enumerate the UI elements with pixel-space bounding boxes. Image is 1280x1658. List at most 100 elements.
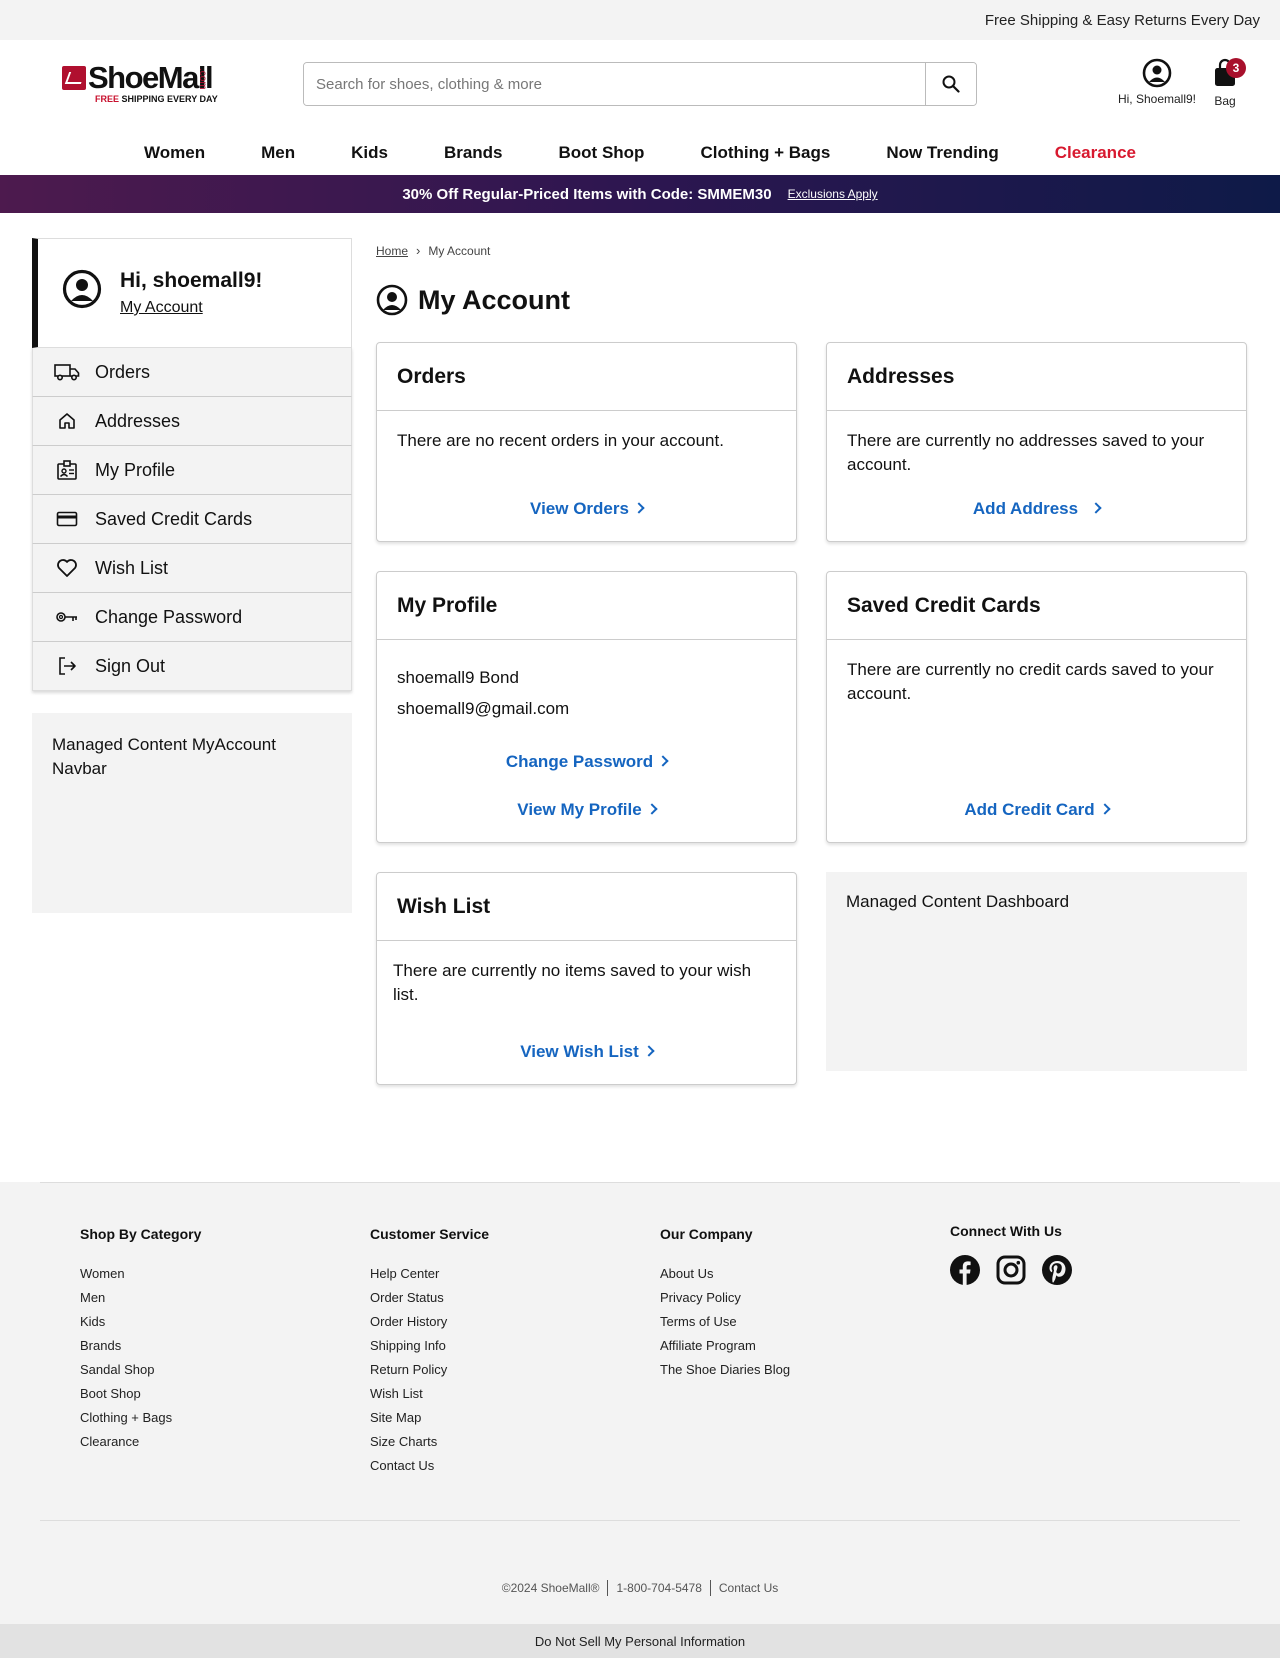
managed-content-dashboard: Managed Content Dashboard [826,872,1247,1071]
footer-link-affiliate-program[interactable]: Affiliate Program [660,1334,790,1358]
sidebar-item-sign-out[interactable]: Sign Out [32,641,352,691]
sidebar-item-label: Addresses [95,410,181,431]
footer-divider [40,1520,1240,1521]
add-credit-card-link[interactable]: Add Credit Card [827,800,1246,820]
footer-link-kids[interactable]: Kids [80,1310,201,1334]
footer-link-sandal-shop[interactable]: Sandal Shop [80,1358,201,1382]
sidebar-item-orders[interactable]: Orders [32,347,352,397]
wishlist-card-body: There are currently no items saved to yo… [393,961,752,1004]
page-title-text: My Account [418,284,571,315]
view-orders-link[interactable]: View Orders [377,499,796,519]
nav-now-trending[interactable]: Now Trending [858,143,1026,163]
footer-link-privacy-policy[interactable]: Privacy Policy [660,1286,790,1310]
logo-tagline: FREE SHIPPING EVERY DAY [95,94,218,104]
nav-boot-shop[interactable]: Boot Shop [531,143,673,163]
footer-link-about-us[interactable]: About Us [660,1262,790,1286]
credit-cards-card-body: There are currently no credit cards save… [847,660,1214,703]
logo-com: .com [197,68,208,90]
search-input[interactable] [304,63,925,105]
footer-column-title: Shop By Category [80,1226,202,1242]
footer-link-order-status[interactable]: Order Status [370,1286,489,1310]
footer-our-company: Our Company About Us Privacy Policy Term… [660,1226,790,1382]
sidebar-item-addresses[interactable]: Addresses [32,396,352,446]
nav-kids[interactable]: Kids [323,143,416,163]
footer-link-clearance[interactable]: Clearance [80,1430,201,1454]
account-sidebar: Hi, shoemall9! My Account Orders Address… [32,238,352,913]
footer-link-contact-us[interactable]: Contact Us [370,1454,489,1478]
change-password-link[interactable]: Change Password [377,752,796,772]
nav-clothing-bags[interactable]: Clothing + Bags [672,143,858,163]
footer-link-terms-of-use[interactable]: Terms of Use [660,1310,790,1334]
phone-link[interactable]: 1-800-704-5478 [616,1581,701,1595]
social-links [950,1255,1072,1285]
footer-link-size-charts[interactable]: Size Charts [370,1430,489,1454]
sidebar-item-wish-list[interactable]: Wish List [32,543,352,593]
footer-link-brands[interactable]: Brands [80,1334,201,1358]
search-button[interactable] [925,63,976,105]
sidebar-item-saved-credit-cards[interactable]: Saved Credit Cards [32,494,352,544]
sidebar-item-label: Sign Out [95,655,166,676]
exclusions-link[interactable]: Exclusions Apply [788,187,878,201]
breadcrumb: Home › My Account [376,243,490,258]
sidebar-item-change-password[interactable]: Change Password [32,592,352,642]
divider [607,1580,609,1596]
footer-link-women[interactable]: Women [80,1262,201,1286]
footer-link-boot-shop[interactable]: Boot Shop [80,1382,201,1406]
sidebar-greeting: Hi, shoemall9! [120,269,263,292]
footer-link-return-policy[interactable]: Return Policy [370,1358,489,1382]
footer-link-shipping-info[interactable]: Shipping Info [370,1334,489,1358]
main-nav: Women Men Kids Brands Boot Shop Clothing… [0,130,1280,175]
footer-link-help-center[interactable]: Help Center [370,1262,489,1286]
footer-shop-by-category: Shop By Category Women Men Kids Brands S… [80,1226,201,1454]
nav-men[interactable]: Men [233,143,323,163]
view-my-profile-link[interactable]: View My Profile [377,800,796,820]
pinterest-link[interactable] [1042,1255,1072,1285]
sidebar-item-label: Orders [95,361,151,382]
breadcrumb-home[interactable]: Home [376,244,408,258]
instagram-link[interactable] [996,1255,1026,1285]
footer-link-wish-list[interactable]: Wish List [370,1382,489,1406]
addresses-card-title: Addresses [827,343,1246,411]
user-circle-icon [376,284,408,316]
nav-women[interactable]: Women [116,143,233,163]
footer-connect: Connect With Us [950,1223,1072,1285]
sidebar-menu: Orders Addresses My Profile Saved Credit… [32,347,352,691]
chevron-right-icon [657,755,669,767]
id-badge-icon [57,460,77,480]
copyright-text: ©2024 ShoeMall® [501,1581,600,1595]
footer-link-site-map[interactable]: Site Map [370,1406,489,1430]
chevron-right-icon [1099,803,1111,815]
footer-contact-link[interactable]: Contact Us [719,1581,778,1595]
footer-column-title: Customer Service [370,1226,490,1242]
facebook-icon [950,1255,980,1285]
footer-link-order-history[interactable]: Order History [370,1310,489,1334]
search-bar [303,62,977,106]
shoemall-logo[interactable]: ShoeMall .com FREE SHIPPING EVERY DAY [62,60,222,106]
profile-card-body: shoemall9 Bond shoemall9@gmail.com [377,640,796,742]
search-icon [942,75,960,93]
account-label: Hi, Shoemall9! [1117,92,1197,106]
profile-email: shoemall9@gmail.com [397,699,570,718]
promo-banner: 30% Off Regular-Priced Items with Code: … [0,175,1280,213]
logo-text: ShoeMall [88,60,214,95]
sidebar-item-my-profile[interactable]: My Profile [32,445,352,495]
sidebar-my-account-link[interactable]: My Account [120,299,203,317]
promo-message: 30% Off Regular-Priced Items with Code: … [402,185,772,203]
account-link[interactable]: Hi, Shoemall9! [1110,58,1204,106]
footer-link-clothing-bags[interactable]: Clothing + Bags [80,1406,201,1430]
nav-brands[interactable]: Brands [416,143,531,163]
divider [709,1580,711,1596]
nav-clearance[interactable]: Clearance [1027,143,1164,163]
utility-bar: Free Shipping & Easy Returns Every Day [0,0,1280,40]
footer-link-shoe-diaries-blog[interactable]: The Shoe Diaries Blog [660,1358,790,1382]
sign-out-icon [59,657,76,675]
do-not-sell-link[interactable]: Do Not Sell My Personal Information [0,1624,1280,1658]
footer-link-men[interactable]: Men [80,1286,201,1310]
addresses-card: Addresses There are currently no address… [826,342,1247,542]
facebook-link[interactable] [950,1255,980,1285]
sidebar-item-label: Saved Credit Cards [95,508,253,529]
credit-cards-card: Saved Credit Cards There are currently n… [826,571,1247,843]
page-title: My Account [376,284,570,316]
add-address-link[interactable]: Add Address [827,499,1246,519]
view-wish-list-link[interactable]: View Wish List [377,1042,796,1062]
